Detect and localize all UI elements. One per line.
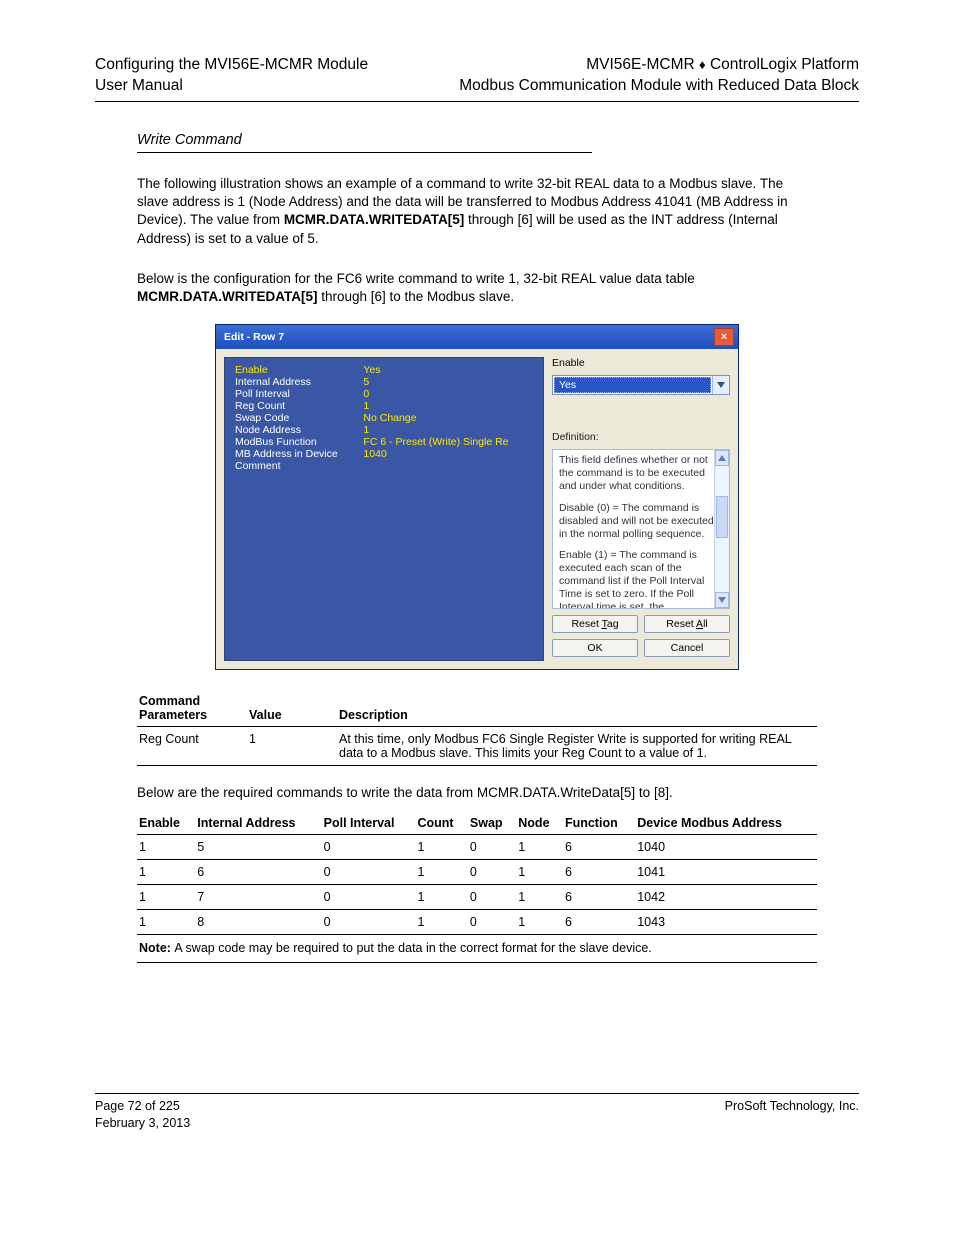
- scrollbar[interactable]: [714, 450, 729, 608]
- field-label: Enable: [552, 357, 730, 369]
- close-icon[interactable]: ×: [714, 328, 734, 346]
- reset-all-button[interactable]: Reset All: [644, 615, 730, 633]
- table-header: Description: [337, 690, 817, 727]
- table-row: 15010161040: [137, 835, 817, 860]
- section-underline: [137, 152, 592, 153]
- dialog-title: Edit - Row 7: [224, 331, 284, 343]
- scroll-thumb[interactable]: [716, 496, 728, 538]
- command-parameters-table: Command Parameters Value Description Reg…: [137, 690, 817, 766]
- list-item: Comment: [231, 460, 537, 472]
- table-row: 17010161042: [137, 885, 817, 910]
- table-header: Count: [415, 812, 467, 835]
- list-item: MB Address in Device1040: [231, 448, 537, 460]
- table-header: Device Modbus Address: [635, 812, 817, 835]
- list-item: Reg Count1: [231, 400, 537, 412]
- table-row: 16010161041: [137, 860, 817, 885]
- header-left-line1: Configuring the MVI56E-MCMR Module: [95, 55, 368, 76]
- edit-row-dialog: Edit - Row 7 × EnableYes Internal Addres…: [215, 324, 739, 670]
- table-header: Swap: [468, 812, 516, 835]
- table-header: Command Parameters: [137, 690, 247, 727]
- dialog-property-list[interactable]: EnableYes Internal Address5 Poll Interva…: [224, 357, 544, 661]
- header-right-line2: Modbus Communication Module with Reduced…: [459, 76, 859, 97]
- page-header: Configuring the MVI56E-MCMR Module User …: [95, 55, 859, 97]
- footer-date: February 3, 2013: [95, 1115, 190, 1132]
- header-left-line2: User Manual: [95, 76, 368, 97]
- dropdown-value: Yes: [554, 377, 711, 393]
- table-header: Value: [247, 690, 337, 727]
- mid-paragraph: Below are the required commands to write…: [137, 784, 817, 802]
- reset-tag-button[interactable]: Reset Tag: [552, 615, 638, 633]
- footer-page-number: Page 72 of 225: [95, 1098, 190, 1115]
- table-row: Reg Count 1 At this time, only Modbus FC…: [137, 727, 817, 766]
- chevron-down-icon[interactable]: [712, 376, 729, 394]
- definition-text: This field defines whether or not the co…: [552, 449, 730, 609]
- header-right-line1: MVI56E-MCMR ♦ ControlLogix Platform: [459, 55, 859, 76]
- list-item: Swap CodeNo Change: [231, 412, 537, 424]
- table-header: Function: [563, 812, 635, 835]
- list-item: Poll Interval0: [231, 388, 537, 400]
- list-item: Node Address1: [231, 424, 537, 436]
- section-title: Write Command: [137, 132, 859, 148]
- footer-company: ProSoft Technology, Inc.: [725, 1098, 859, 1115]
- intro-paragraph-2: Below is the configuration for the FC6 w…: [137, 270, 817, 306]
- table-header: Internal Address: [195, 812, 321, 835]
- intro-paragraph-1: The following illustration shows an exam…: [137, 175, 817, 248]
- table-header: Enable: [137, 812, 195, 835]
- scroll-up-icon[interactable]: [715, 450, 729, 466]
- table-header: Poll Interval: [322, 812, 416, 835]
- table-row: 18010161043: [137, 910, 817, 935]
- list-item: Internal Address5: [231, 376, 537, 388]
- ok-button[interactable]: OK: [552, 639, 638, 657]
- cancel-button[interactable]: Cancel: [644, 639, 730, 657]
- enable-dropdown[interactable]: Yes: [552, 375, 730, 395]
- page-footer: Page 72 of 225 February 3, 2013 ProSoft …: [95, 1093, 859, 1132]
- scroll-down-icon[interactable]: [715, 592, 729, 608]
- commands-table: Enable Internal Address Poll Interval Co…: [137, 812, 817, 963]
- list-item: ModBus FunctionFC 6 - Preset (Write) Sin…: [231, 436, 537, 448]
- header-rule: [95, 101, 859, 102]
- definition-label: Definition:: [552, 431, 730, 443]
- table-note-row: Note: A swap code may be required to put…: [137, 935, 817, 963]
- list-item: EnableYes: [231, 364, 537, 376]
- dialog-titlebar[interactable]: Edit - Row 7 ×: [216, 325, 738, 349]
- table-header: Node: [516, 812, 563, 835]
